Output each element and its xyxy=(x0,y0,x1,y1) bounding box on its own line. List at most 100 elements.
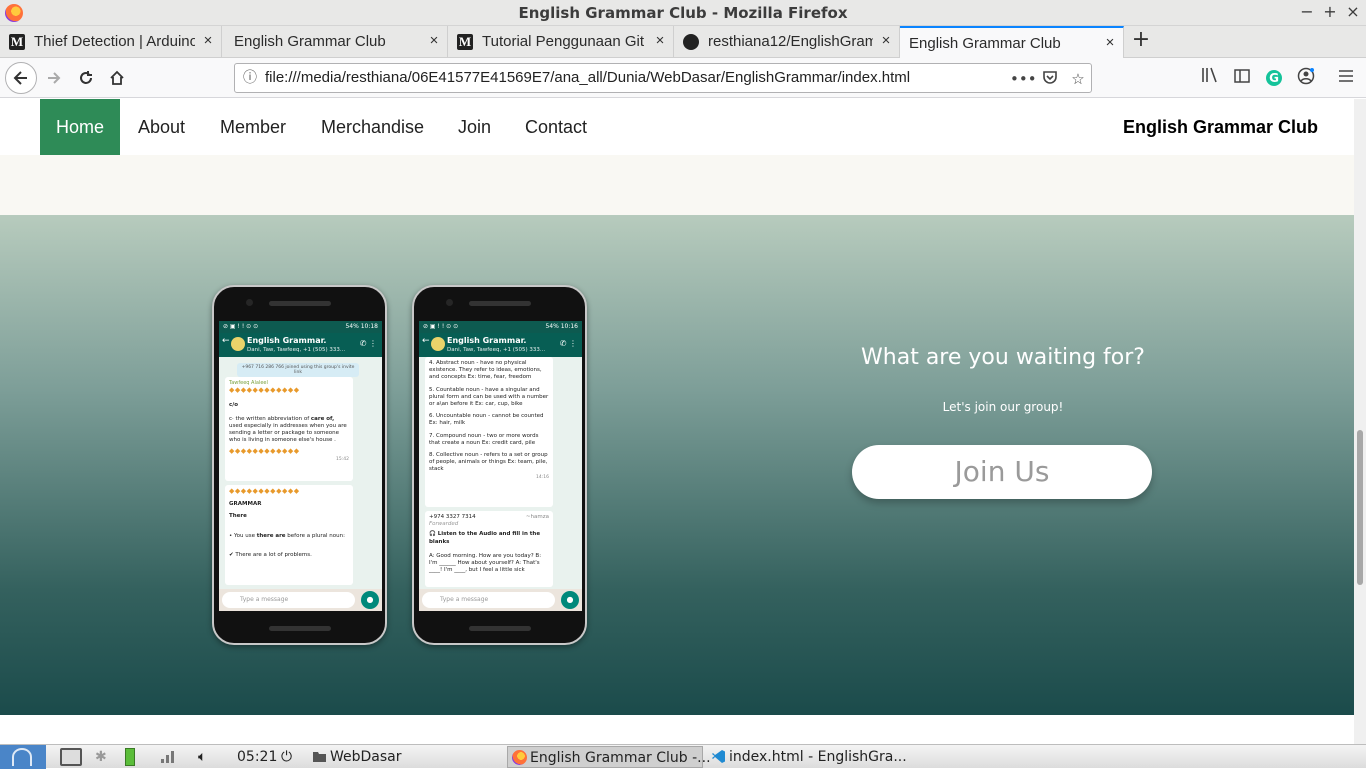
forwarded-label: Forwarded xyxy=(429,521,459,528)
status-bar: ⊘ ▣ ! ! ⊙ ⊙ 54% 10:18 xyxy=(219,321,382,333)
message-input: Type a message xyxy=(422,592,555,608)
speaker-grille xyxy=(269,301,331,306)
taskbar-firefox[interactable]: English Grammar Club -... xyxy=(507,746,711,768)
group-members: Dani, Taw, Tawfeeq, +1 (505) 333... xyxy=(247,347,346,353)
group-avatar xyxy=(231,337,245,351)
maximize-button[interactable]: + xyxy=(1320,2,1340,22)
status-battery-time: 54% 10:18 xyxy=(345,323,378,330)
nav-join[interactable]: Join xyxy=(442,99,507,155)
window-title: English Grammar Club - Mozilla Firefox xyxy=(518,4,848,22)
tab-tutorial-git[interactable]: M Tutorial Penggunaan Git × xyxy=(448,26,674,58)
page-actions-icon[interactable]: ••• xyxy=(1010,68,1037,90)
example: ✔ There are a lot of problems. xyxy=(229,551,312,558)
url-text[interactable]: file:///media/resthiana/06E41577E41569E7… xyxy=(265,69,910,86)
tab-label: Thief Detection | Arduino xyxy=(34,33,195,50)
call-menu-icon: ✆ ⋮ xyxy=(359,339,377,348)
account-icon[interactable] xyxy=(1295,67,1317,89)
library-icon[interactable] xyxy=(1199,67,1221,89)
tab-thief-detection[interactable]: M Thief Detection | Arduino × xyxy=(0,26,222,58)
group-avatar xyxy=(431,337,445,351)
task-label: index.html - EnglishGra... xyxy=(729,749,907,765)
vscode-icon xyxy=(712,750,725,763)
call-menu-icon: ✆ ⋮ xyxy=(559,339,577,348)
message-input-bar: Type a message ● xyxy=(419,589,582,611)
tab-github-repo[interactable]: resthiana12/EnglishGram × xyxy=(674,26,900,58)
message-bubble: ◆◆◆◆◆◆◆◆◆◆◆◆ GRAMMAR There • You use the… xyxy=(225,485,353,585)
speaker-grille xyxy=(469,301,531,306)
nav-member[interactable]: Member xyxy=(204,99,302,155)
minimize-button[interactable]: − xyxy=(1297,2,1317,22)
tab-english-grammar-club-active[interactable]: English Grammar Club × xyxy=(900,26,1124,59)
group-name: English Grammar. xyxy=(247,336,327,345)
grammarly-icon[interactable]: G xyxy=(1266,70,1282,86)
bookmark-star-icon[interactable]: ☆ xyxy=(1067,68,1089,90)
reload-button[interactable] xyxy=(72,64,100,92)
mic-icon: ● xyxy=(561,591,579,609)
site-brand[interactable]: English Grammar Club xyxy=(1123,99,1318,155)
forward-button[interactable] xyxy=(40,64,68,92)
nav-merchandise[interactable]: Merchandise xyxy=(305,99,440,155)
phone-mockup-1: ⊘ ▣ ! ! ⊙ ⊙ 54% 10:18 ← English Grammar.… xyxy=(212,285,387,645)
github-icon xyxy=(683,34,699,50)
task-label: WebDasar xyxy=(330,749,402,765)
tab-close-icon[interactable]: × xyxy=(879,32,893,50)
back-arrow-icon: ← xyxy=(222,336,230,346)
info-icon[interactable]: ⓘ xyxy=(241,69,259,87)
show-desktop-icon[interactable] xyxy=(60,748,82,766)
nav-about[interactable]: About xyxy=(122,99,201,155)
nav-home[interactable]: Home xyxy=(40,99,121,155)
battery-icon[interactable] xyxy=(125,748,135,766)
noun-item-8: 8. Collective noun - refers to a set or … xyxy=(429,452,548,473)
volume-icon[interactable]: 🔈︎ xyxy=(198,748,206,766)
sidebar-icon[interactable] xyxy=(1231,67,1253,89)
chat-header: ← English Grammar. Dani, Taw, Tawfeeq, +… xyxy=(419,333,582,357)
bluetooth-icon[interactable]: ✱ xyxy=(95,748,107,766)
whatsapp-screen-2: ⊘ ▣ ! ! ⊙ ⊙ 54% 10:16 ← English Grammar.… xyxy=(419,321,582,611)
clock[interactable]: 05:21 xyxy=(237,748,277,766)
system-message: +967 716 286 766 joined using this group… xyxy=(237,363,359,377)
arrow-left-icon xyxy=(13,71,27,85)
power-icon[interactable]: ⏻ xyxy=(281,748,292,766)
arrow-right-icon xyxy=(48,72,61,84)
taskbar-vscode[interactable]: index.html - EnglishGra... xyxy=(707,746,907,768)
tab-close-icon[interactable]: × xyxy=(1103,34,1117,52)
tab-english-grammar-club[interactable]: English Grammar Club × xyxy=(222,26,448,58)
close-window-button[interactable]: × xyxy=(1343,2,1363,22)
page-scrollbar[interactable] xyxy=(1354,99,1366,744)
reload-icon xyxy=(80,71,92,84)
network-icon[interactable] xyxy=(160,748,178,766)
start-menu-button[interactable] xyxy=(0,745,46,769)
join-us-button[interactable]: Join Us xyxy=(852,445,1152,499)
home-button[interactable] xyxy=(103,64,131,92)
tab-label: Tutorial Penggunaan Git xyxy=(482,33,645,50)
status-icons: ⊘ ▣ ! ! ⊙ ⊙ xyxy=(423,323,459,330)
pocket-icon[interactable] xyxy=(1039,68,1061,90)
back-button[interactable] xyxy=(5,62,37,94)
message-input-bar: Type a message ● xyxy=(219,589,382,611)
tab-close-icon[interactable]: × xyxy=(201,32,215,50)
tab-close-icon[interactable]: × xyxy=(653,32,667,50)
camera-icon xyxy=(446,299,453,306)
scrollbar-thumb[interactable] xyxy=(1357,430,1363,585)
status-battery-time: 54% 10:16 xyxy=(545,323,578,330)
noun-item-4: 4. Abstract noun - have no physical exis… xyxy=(429,360,542,381)
grammar-title: GRAMMAR xyxy=(229,501,262,508)
page-viewport: Home About Member Merchandise Join Conta… xyxy=(0,99,1354,744)
cta-heading: What are you waiting for? xyxy=(861,345,1145,370)
medium-icon: M xyxy=(9,34,25,50)
nav-contact[interactable]: Contact xyxy=(509,99,603,155)
tab-close-icon[interactable]: × xyxy=(427,32,441,50)
group-name: English Grammar. xyxy=(447,336,527,345)
tab-label: resthiana12/EnglishGram xyxy=(708,33,873,50)
new-tab-button[interactable]: + xyxy=(1130,29,1152,51)
term: c/o xyxy=(229,402,239,409)
folder-icon xyxy=(313,752,326,762)
tab-label: English Grammar Club xyxy=(909,35,1061,52)
hamburger-menu-icon[interactable] xyxy=(1335,67,1357,89)
back-arrow-icon: ← xyxy=(422,336,430,346)
url-bar[interactable]: ⓘ file:///media/resthiana/06E41577E41569… xyxy=(234,63,1092,93)
definition: c· the written abbreviation of care of, … xyxy=(229,415,347,444)
tab-label: English Grammar Club xyxy=(234,33,386,50)
taskbar-folder-webdasar[interactable]: WebDasar xyxy=(308,746,402,768)
cta-subheading: Let's join our group! xyxy=(942,400,1064,414)
